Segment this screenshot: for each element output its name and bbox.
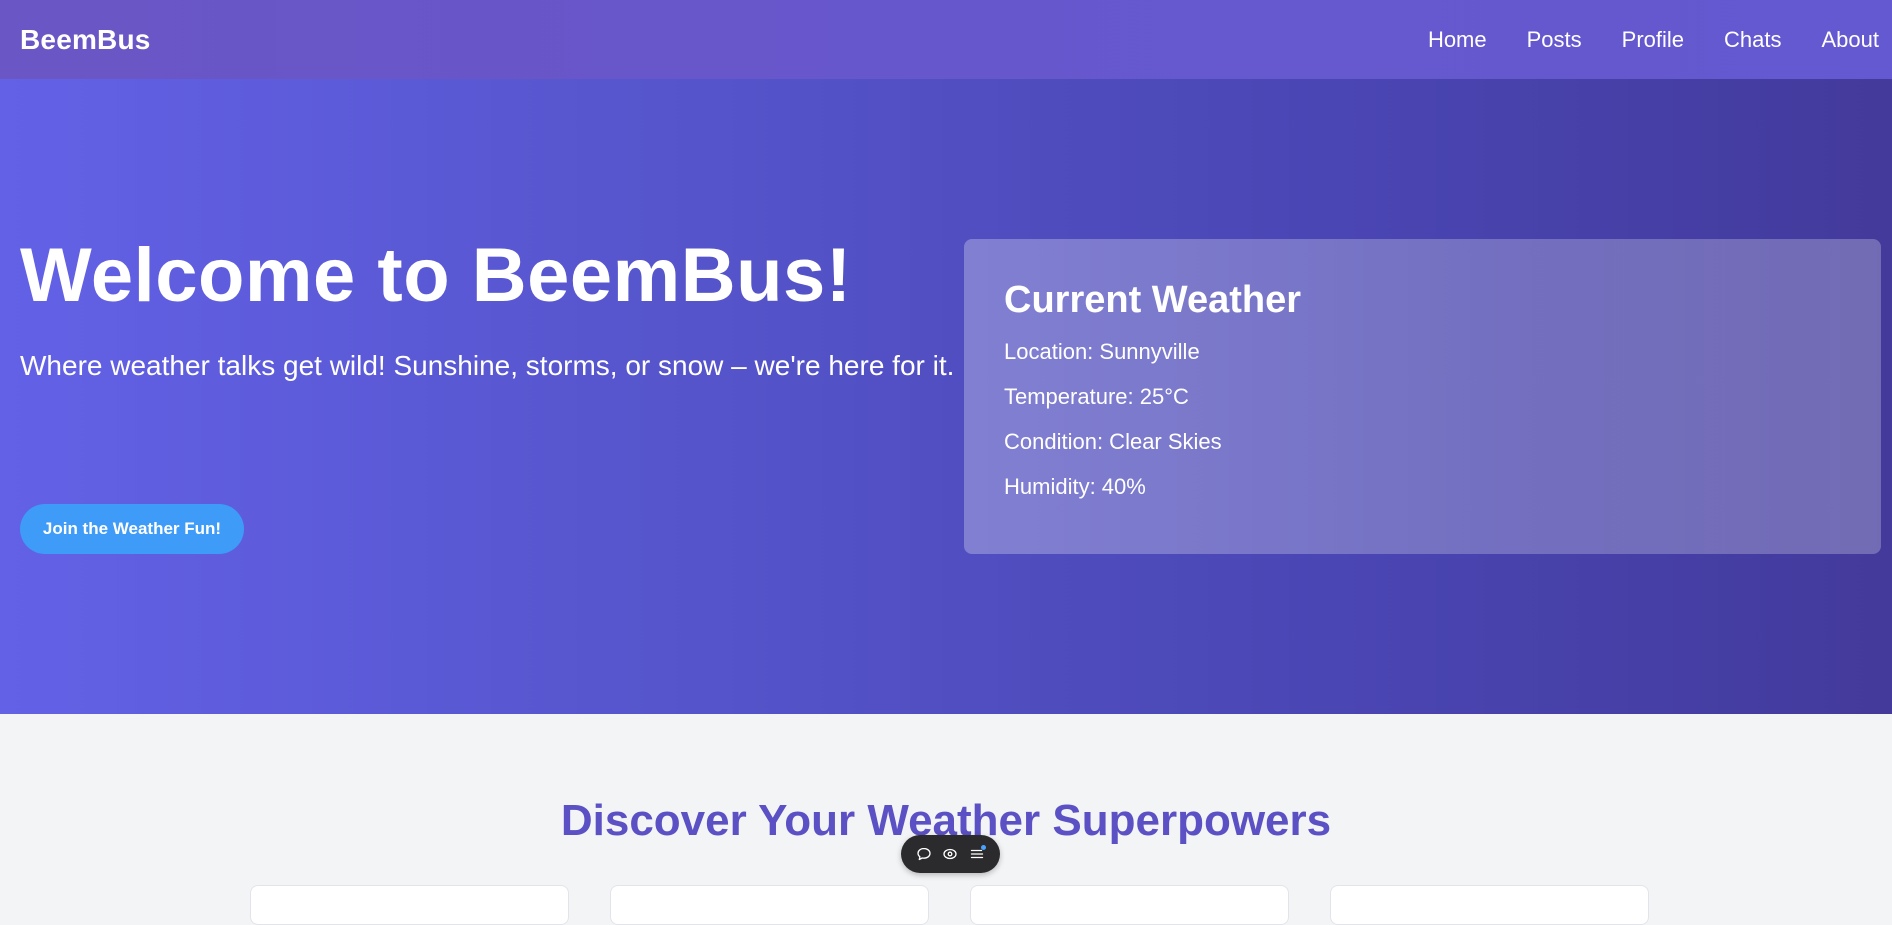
- nav-link-profile[interactable]: Profile: [1622, 27, 1684, 53]
- current-weather-card: Current Weather Location: Sunnyville Tem…: [964, 239, 1881, 554]
- weather-condition: Condition: Clear Skies: [1004, 429, 1222, 454]
- features-section: Discover Your Weather Superpowers: [0, 714, 1892, 925]
- hero-subtitle: Where weather talks get wild! Sunshine, …: [20, 350, 955, 381]
- weather-card-title: Current Weather: [1004, 279, 1302, 321]
- chat-bubble-icon[interactable]: [914, 844, 934, 864]
- weather-location: Location: Sunnyville: [1004, 339, 1200, 364]
- hero-section: Welcome to BeemBus! Where weather talks …: [0, 79, 1892, 714]
- hero-title: Welcome to BeemBus!: [20, 233, 852, 318]
- feature-card[interactable]: [970, 885, 1289, 925]
- floating-toolbar: [901, 835, 1000, 873]
- navbar: BeemBus Home Posts Profile Chats About: [0, 0, 1892, 79]
- nav-link-posts[interactable]: Posts: [1527, 27, 1582, 53]
- weather-temperature: Temperature: 25°C: [1004, 384, 1189, 409]
- join-weather-fun-button[interactable]: Join the Weather Fun!: [20, 504, 244, 554]
- nav-links: Home Posts Profile Chats About: [1388, 27, 1879, 53]
- brand-logo[interactable]: BeemBus: [20, 24, 151, 56]
- feature-card[interactable]: [250, 885, 569, 925]
- nav-link-home[interactable]: Home: [1428, 27, 1487, 53]
- notification-dot: [980, 845, 986, 850]
- feature-card[interactable]: [610, 885, 929, 925]
- menu-icon[interactable]: [967, 844, 987, 864]
- nav-link-chats[interactable]: Chats: [1724, 27, 1781, 53]
- feature-card[interactable]: [1330, 885, 1649, 925]
- view-icon[interactable]: [940, 844, 960, 864]
- weather-humidity: Humidity: 40%: [1004, 474, 1146, 499]
- nav-link-about[interactable]: About: [1822, 27, 1880, 53]
